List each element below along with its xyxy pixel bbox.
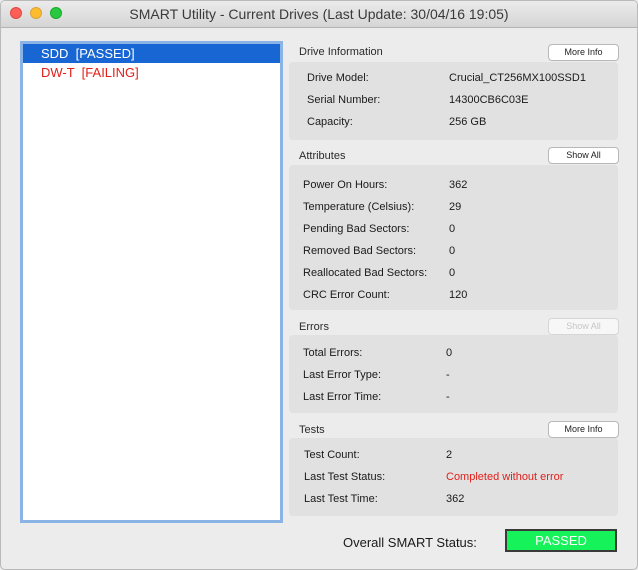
attribute-value: 0 (449, 267, 456, 279)
tests-more-info-button[interactable]: More Info (548, 421, 619, 438)
attributes-heading: Attributes (299, 150, 346, 162)
window-title: SMART Utility - Current Drives (Last Upd… (129, 6, 509, 22)
attribute-row: Removed Bad Sectors: 0 (289, 245, 618, 263)
test-value: 2 (446, 449, 453, 461)
attribute-value: 362 (449, 179, 468, 191)
attribute-row: CRC Error Count: 120 (289, 289, 618, 307)
attribute-value: 29 (449, 201, 462, 213)
attribute-value: 0 (449, 223, 456, 235)
attributes-panel: Power On Hours: 362 Temperature (Celsius… (289, 165, 618, 310)
error-label: Last Error Time: (303, 391, 382, 403)
error-row: Last Error Time: - (289, 391, 618, 409)
overall-smart-status-label: Overall SMART Status: (343, 535, 477, 550)
error-row: Last Error Type: - (289, 369, 618, 387)
serial-number-row: Serial Number: 14300CB6C03E (289, 94, 618, 112)
attributes-show-all-button[interactable]: Show All (548, 147, 619, 164)
error-row: Total Errors: 0 (289, 347, 618, 365)
test-label: Last Test Time: (304, 493, 378, 505)
attribute-label: Pending Bad Sectors: (303, 223, 410, 235)
attribute-label: Removed Bad Sectors: (303, 245, 417, 257)
attribute-row: Reallocated Bad Sectors: 0 (289, 267, 618, 285)
title-bar: SMART Utility - Current Drives (Last Upd… (1, 1, 637, 28)
capacity-label: Capacity: (307, 116, 353, 128)
test-row: Last Test Status: Completed without erro… (289, 471, 618, 489)
drive-item-sdd[interactable]: SDD [PASSED] (23, 44, 280, 63)
errors-show-all-button[interactable]: Show All (548, 318, 619, 335)
attribute-label: Temperature (Celsius): (303, 201, 415, 213)
capacity-value: 256 GB (449, 116, 487, 128)
errors-heading: Errors (299, 321, 329, 333)
serial-number-value: 14300CB6C03E (449, 94, 529, 106)
smart-utility-window: SMART Utility - Current Drives (Last Upd… (0, 0, 638, 570)
error-label: Last Error Type: (303, 369, 382, 381)
tests-panel: Test Count: 2 Last Test Status: Complete… (289, 438, 618, 516)
error-value: - (446, 369, 450, 381)
drive-information-heading: Drive Information (299, 46, 383, 58)
error-value: 0 (446, 347, 453, 359)
attribute-value: 120 (449, 289, 468, 301)
error-value: - (446, 391, 450, 403)
drive-item-dw-t[interactable]: DW-T [FAILING] (23, 63, 280, 82)
test-label: Last Test Status: (304, 471, 386, 483)
errors-panel: Total Errors: 0 Last Error Type: - Last … (289, 335, 618, 413)
test-label: Test Count: (304, 449, 360, 461)
tests-heading: Tests (299, 424, 325, 436)
drive-info-more-info-button[interactable]: More Info (548, 44, 619, 61)
last-test-status-value: Completed without error (446, 471, 564, 483)
drive-model-label: Drive Model: (307, 72, 369, 84)
drive-information-panel: Drive Model: Crucial_CT256MX100SSD1 Seri… (289, 62, 618, 140)
drive-model-row: Drive Model: Crucial_CT256MX100SSD1 (289, 72, 618, 90)
test-row: Last Test Time: 362 (289, 493, 618, 511)
attribute-label: Power On Hours: (303, 179, 388, 191)
serial-number-label: Serial Number: (307, 94, 381, 106)
attribute-label: Reallocated Bad Sectors: (303, 267, 428, 279)
attribute-row: Pending Bad Sectors: 0 (289, 223, 618, 241)
attribute-value: 0 (449, 245, 456, 257)
error-label: Total Errors: (303, 347, 363, 359)
capacity-row: Capacity: 256 GB (289, 116, 618, 134)
test-value: 362 (446, 493, 465, 505)
overall-status-badge: PASSED (505, 529, 617, 552)
drive-model-value: Crucial_CT256MX100SSD1 (449, 72, 586, 84)
attribute-row: Power On Hours: 362 (289, 179, 618, 197)
attribute-row: Temperature (Celsius): 29 (289, 201, 618, 219)
drive-list[interactable]: SDD [PASSED] DW-T [FAILING] (20, 41, 283, 523)
attribute-label: CRC Error Count: (303, 289, 390, 301)
test-row: Test Count: 2 (289, 449, 618, 467)
